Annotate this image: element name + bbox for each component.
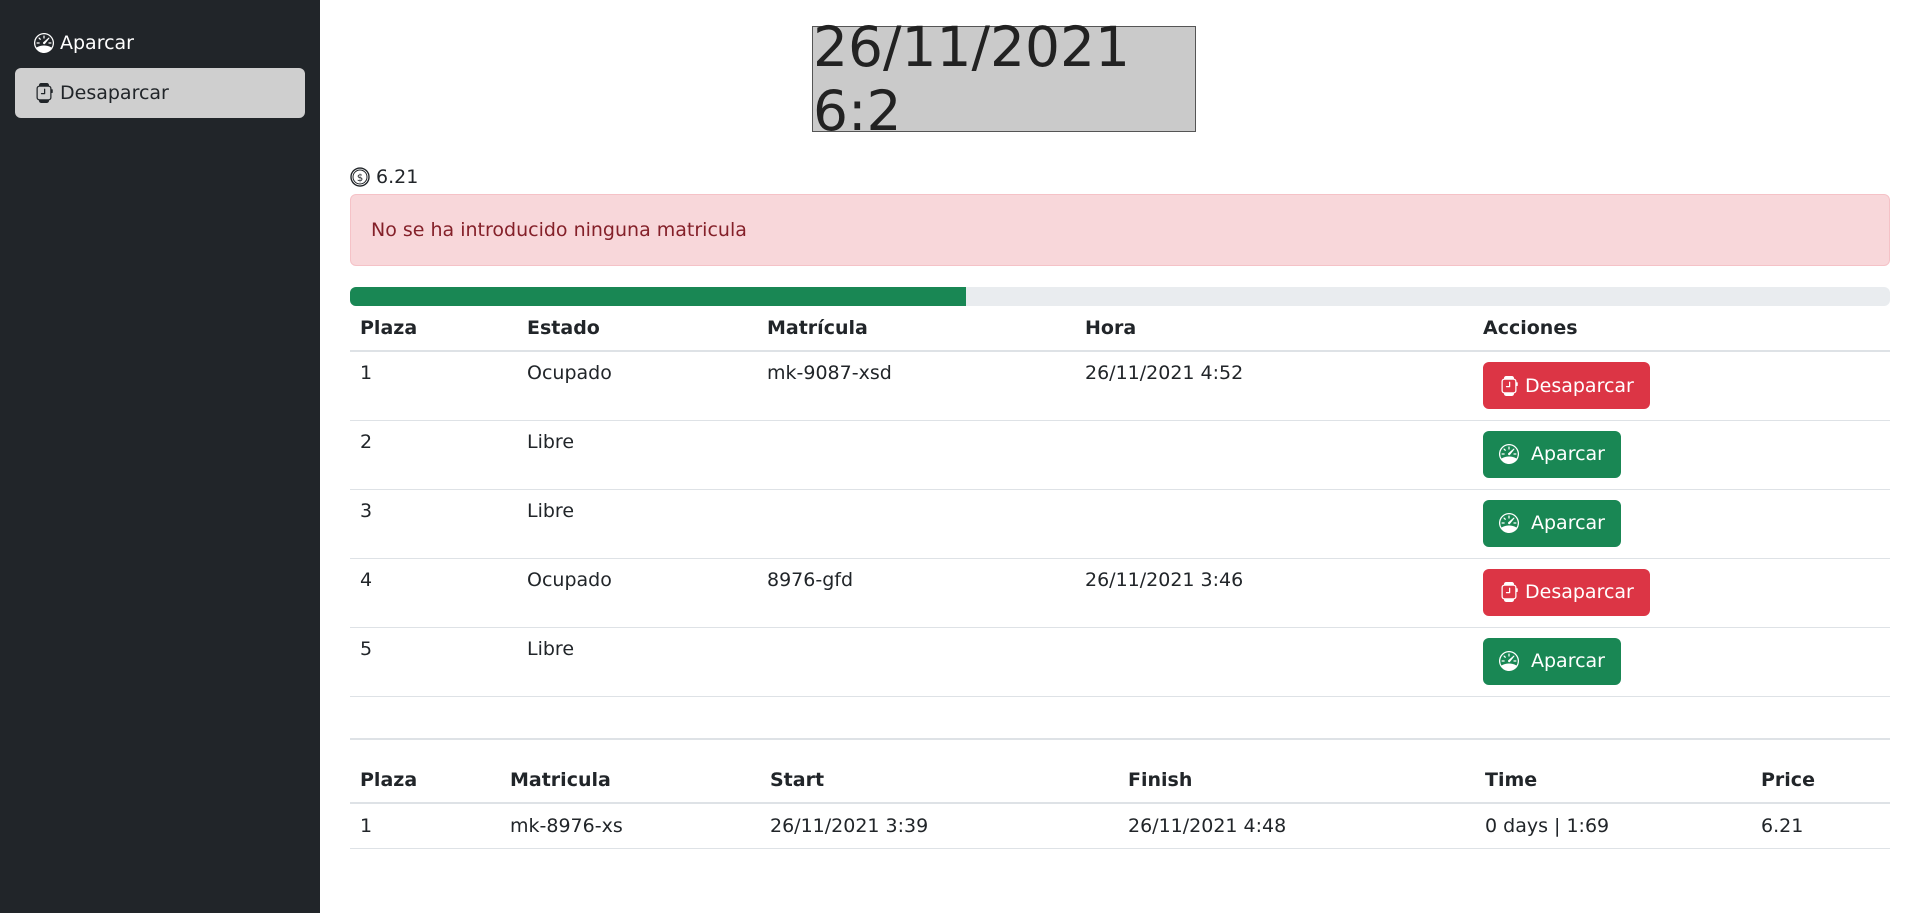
alert-message: No se ha introducido ninguna matricula (371, 219, 747, 241)
button-label: Aparcar (1531, 443, 1605, 465)
speedometer-icon (1499, 651, 1519, 671)
price-cell: 6.21 (1751, 803, 1890, 849)
smartwatch-icon (34, 83, 54, 103)
column-header: Matrícula (757, 306, 1075, 352)
table-row: 5 Libre Aparcar (350, 627, 1890, 697)
smartwatch-icon (1499, 582, 1519, 602)
button-label: Desaparcar (1525, 374, 1634, 397)
table-header-row: Plaza Matricula Start Finish Time Price (350, 758, 1890, 804)
acciones-cell: Aparcar (1473, 627, 1890, 697)
finish-cell: 26/11/2021 4:48 (1118, 803, 1475, 849)
plaza-cell: 1 (350, 803, 500, 849)
speedometer-icon (1499, 513, 1519, 533)
table-row: 1 Ocupado mk-9087-xsd 26/11/2021 4:52 De… (350, 351, 1890, 421)
table-row: 3 Libre Aparcar (350, 489, 1890, 559)
estado-cell: Libre (517, 489, 757, 559)
earnings-value: 6.21 (376, 166, 419, 188)
table-header-row: Plaza Estado Matrícula Hora Acciones (350, 306, 1890, 352)
matricula-cell (757, 627, 1075, 697)
estado-cell: Ocupado (517, 558, 757, 628)
error-alert: No se ha introducido ninguna matricula (350, 194, 1890, 266)
clock-display: 26/11/2021 6:2 (812, 15, 1196, 143)
plaza-cell: 2 (350, 420, 517, 490)
speedometer-icon (1499, 444, 1519, 464)
parking-table: Plaza Estado Matrícula Hora Acciones 1 O… (350, 306, 1890, 697)
plaza-cell: 5 (350, 627, 517, 697)
estado-cell: Libre (517, 627, 757, 697)
hora-cell (1075, 420, 1473, 490)
earnings-display: 6.21 (350, 166, 418, 188)
acciones-cell: Desaparcar (1473, 351, 1890, 421)
matricula-cell (757, 420, 1075, 490)
estado-cell: Libre (517, 420, 757, 490)
button-label: Aparcar (1531, 650, 1605, 672)
column-header: Hora (1075, 306, 1473, 352)
main-content: 26/11/2021 6:2 6.21 No se ha introducido… (320, 0, 1920, 913)
table-row: 1 mk-8976-xs 26/11/2021 3:39 26/11/2021 … (350, 803, 1890, 849)
acciones-cell: Desaparcar (1473, 558, 1890, 628)
occupancy-progress-fill (350, 287, 966, 306)
hora-cell (1075, 627, 1473, 697)
time-cell: 0 days | 1:69 (1475, 803, 1751, 849)
desaparcar-button[interactable]: Desaparcar (1483, 568, 1650, 616)
column-header: Acciones (1473, 306, 1890, 352)
plaza-cell: 4 (350, 558, 517, 628)
smartwatch-icon (1499, 376, 1519, 396)
button-label: Desaparcar (1525, 581, 1634, 603)
sidebar: Aparcar Desaparcar (0, 0, 320, 913)
button-label: Aparcar (1531, 512, 1605, 534)
estado-cell: Ocupado (517, 351, 757, 421)
speedometer-icon (34, 33, 54, 53)
history-table: Plaza Matricula Start Finish Time Price … (350, 758, 1890, 849)
column-header: Plaza (350, 306, 517, 352)
matricula-cell: mk-9087-xsd (757, 351, 1075, 421)
aparcar-button[interactable]: Aparcar (1483, 499, 1621, 547)
sidebar-item-label: Aparcar (60, 32, 134, 54)
desaparcar-button[interactable]: Desaparcar (1483, 362, 1650, 409)
sidebar-item-desaparcar[interactable]: Desaparcar (15, 68, 305, 118)
column-header: Price (1751, 758, 1890, 804)
column-header: Estado (517, 306, 757, 352)
matricula-cell: mk-8976-xs (500, 803, 760, 849)
column-header: Matricula (500, 758, 760, 804)
table-row: 2 Libre Aparcar (350, 420, 1890, 490)
start-cell: 26/11/2021 3:39 (760, 803, 1118, 849)
hora-cell: 26/11/2021 3:46 (1075, 558, 1473, 628)
matricula-cell (757, 489, 1075, 559)
hora-cell (1075, 489, 1473, 559)
plaza-cell: 1 (350, 351, 517, 421)
sidebar-item-label: Desaparcar (60, 82, 169, 104)
hora-cell: 26/11/2021 4:52 (1075, 351, 1473, 421)
aparcar-button[interactable]: Aparcar (1483, 430, 1621, 478)
column-header: Plaza (350, 758, 500, 804)
sidebar-item-aparcar[interactable]: Aparcar (15, 18, 305, 68)
coin-icon (350, 167, 370, 187)
column-header: Finish (1118, 758, 1475, 804)
occupancy-progress-bar (350, 287, 1890, 306)
plaza-cell: 3 (350, 489, 517, 559)
section-divider (350, 738, 1890, 740)
matricula-cell: 8976-gfd (757, 558, 1075, 628)
table-row: 4 Ocupado 8976-gfd 26/11/2021 3:46 Desap… (350, 558, 1890, 628)
aparcar-button[interactable]: Aparcar (1483, 637, 1621, 685)
column-header: Time (1475, 758, 1751, 804)
acciones-cell: Aparcar (1473, 489, 1890, 559)
column-header: Start (760, 758, 1118, 804)
acciones-cell: Aparcar (1473, 420, 1890, 490)
